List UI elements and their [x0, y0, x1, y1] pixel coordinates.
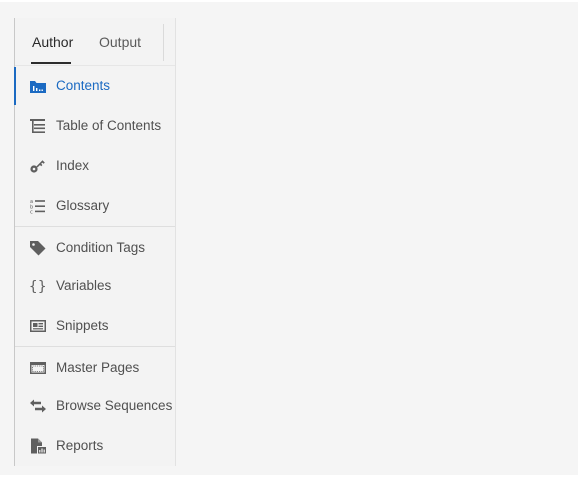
nav-item-label: Contents [56, 78, 111, 93]
nav-item-contents[interactable]: Contents [15, 67, 175, 105]
nav-item-label: Condition Tags [56, 240, 146, 255]
svg-text:c: c [30, 210, 33, 215]
svg-text:}: } [38, 279, 46, 294]
nav-item-label: Variables [56, 278, 112, 293]
table-of-contents-icon [29, 118, 47, 134]
curly-braces-icon: { } [29, 278, 47, 295]
glossary-icon: a b c [29, 198, 47, 216]
master-page-icon [29, 360, 47, 376]
snippet-icon [29, 318, 47, 334]
nav-item-label: Master Pages [56, 360, 140, 375]
tab-selected-indicator [31, 62, 71, 64]
nav-item-variables[interactable]: { } Variables [15, 267, 175, 305]
nav-item-glossary[interactable]: a b c Glossary [15, 187, 175, 225]
contents-icon [29, 78, 47, 94]
nav-divider [15, 346, 175, 347]
nav-item-index[interactable]: Index [15, 147, 175, 185]
nav-item-label: Snippets [56, 318, 109, 333]
svg-text:{: { [29, 279, 37, 294]
author-panel: Author Output Contents Table of Contents… [14, 18, 176, 466]
nav-item-snippets[interactable]: Snippets [15, 307, 175, 345]
browse-sequence-icon [29, 398, 47, 414]
nav-item-label: Index [56, 158, 90, 173]
tab-output[interactable]: Output [99, 34, 141, 50]
tag-icon [29, 240, 47, 256]
nav-item-label: Reports [56, 438, 104, 453]
nav-item-reports[interactable]: Reports [15, 427, 175, 465]
nav-item-label: Table of Contents [56, 118, 162, 133]
tab-author[interactable]: Author [32, 34, 73, 50]
nav-divider [15, 226, 175, 227]
nav-item-label: Glossary [56, 198, 110, 213]
nav-item-table-of-contents[interactable]: Table of Contents [15, 107, 175, 145]
nav-item-condition-tags[interactable]: Condition Tags [15, 229, 175, 267]
nav-item-master-pages[interactable]: Master Pages [15, 349, 175, 387]
nav-item-label: Browse Sequences [56, 398, 173, 413]
panel-tabs: Author Output [15, 18, 175, 66]
nav-item-browse-sequences[interactable]: Browse Sequences [15, 387, 175, 425]
top-edge [0, 0, 580, 2]
tab-separator [163, 24, 164, 61]
report-icon [29, 438, 47, 454]
key-icon [29, 158, 47, 174]
